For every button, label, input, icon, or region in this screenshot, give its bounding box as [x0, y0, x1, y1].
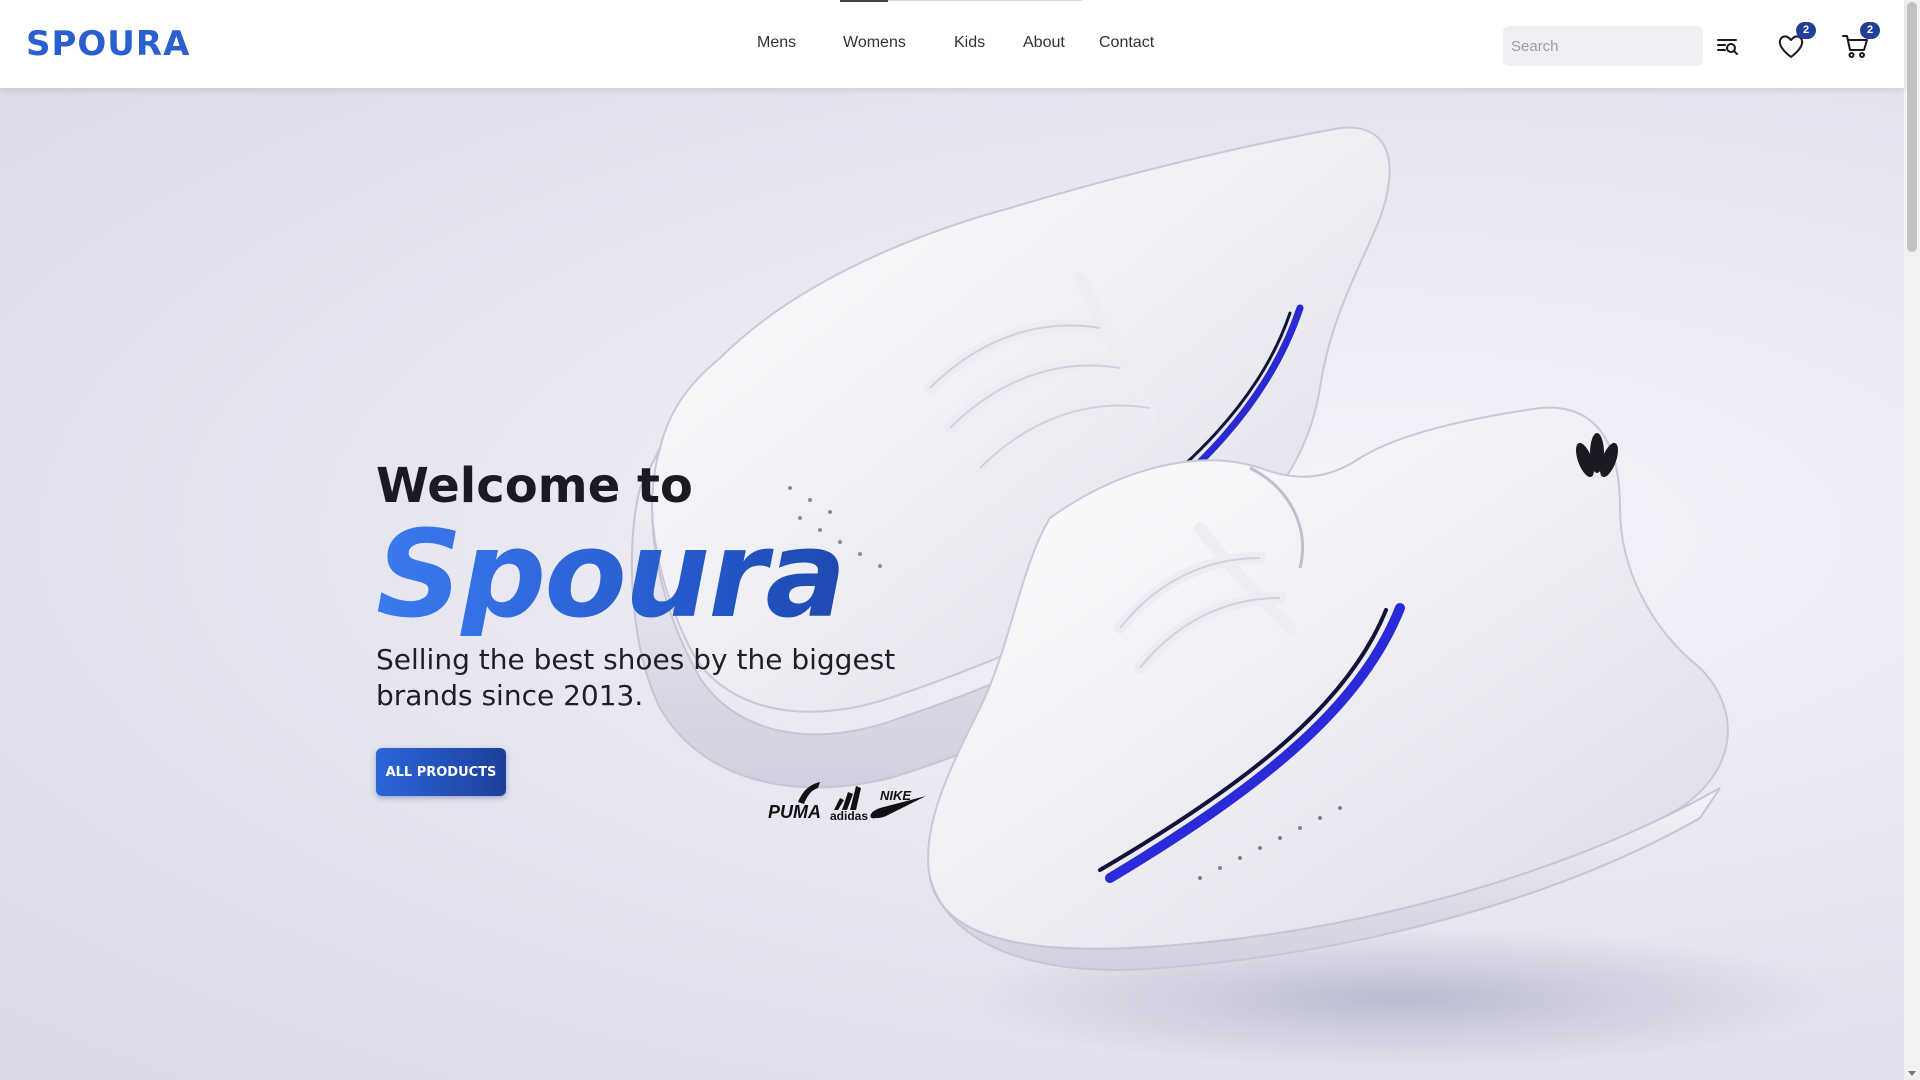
search-input[interactable]: [1503, 26, 1703, 66]
all-products-button[interactable]: ALL PRODUCTS: [376, 748, 506, 796]
cart-count-badge: 2: [1860, 22, 1880, 39]
hero-brand-name: Spoura: [376, 516, 936, 636]
scroll-down-arrow-icon[interactable]: [1908, 1071, 1916, 1076]
svg-text:PUMA: PUMA: [768, 802, 821, 822]
brand-logos: PUMA adidas NIKE: [768, 782, 926, 823]
nav-item-womens[interactable]: Womens: [843, 34, 906, 52]
search-filter-icon: [1717, 39, 1738, 55]
nav-item-contact[interactable]: Contact: [1099, 34, 1154, 52]
nike-logo: NIKE: [870, 788, 926, 819]
hero-text-block: Welcome to Spoura Selling the best shoes…: [376, 458, 936, 714]
svg-text:NIKE: NIKE: [880, 788, 911, 803]
nav-item-mens[interactable]: Mens: [757, 34, 796, 52]
hero-section: Welcome to Spoura Selling the best shoes…: [0, 88, 1904, 1080]
cart-button[interactable]: 2: [1840, 22, 1880, 61]
page-scrollbar[interactable]: [1904, 0, 1920, 1080]
svg-text:adidas: adidas: [830, 809, 868, 823]
nav-item-about[interactable]: About: [1023, 34, 1065, 52]
adidas-logo: adidas: [830, 786, 868, 823]
wishlist-count-badge: 2: [1796, 22, 1816, 39]
site-header: SPOURA Mens Womens Kids About Contact 2: [0, 0, 1904, 88]
nav-indicator-track: [888, 0, 1082, 1]
wishlist-button[interactable]: 2: [1776, 22, 1816, 61]
nav-active-indicator: [840, 0, 888, 2]
search-button[interactable]: [1716, 34, 1740, 58]
hero-tagline: Selling the best shoes by the biggest br…: [376, 643, 896, 712]
site-logo[interactable]: SPOURA: [26, 24, 190, 64]
hero-sneakers-image: [630, 126, 1830, 1068]
puma-logo: PUMA: [768, 782, 821, 822]
scrollbar-thumb[interactable]: [1907, 2, 1917, 252]
nav-item-kids[interactable]: Kids: [954, 34, 985, 52]
